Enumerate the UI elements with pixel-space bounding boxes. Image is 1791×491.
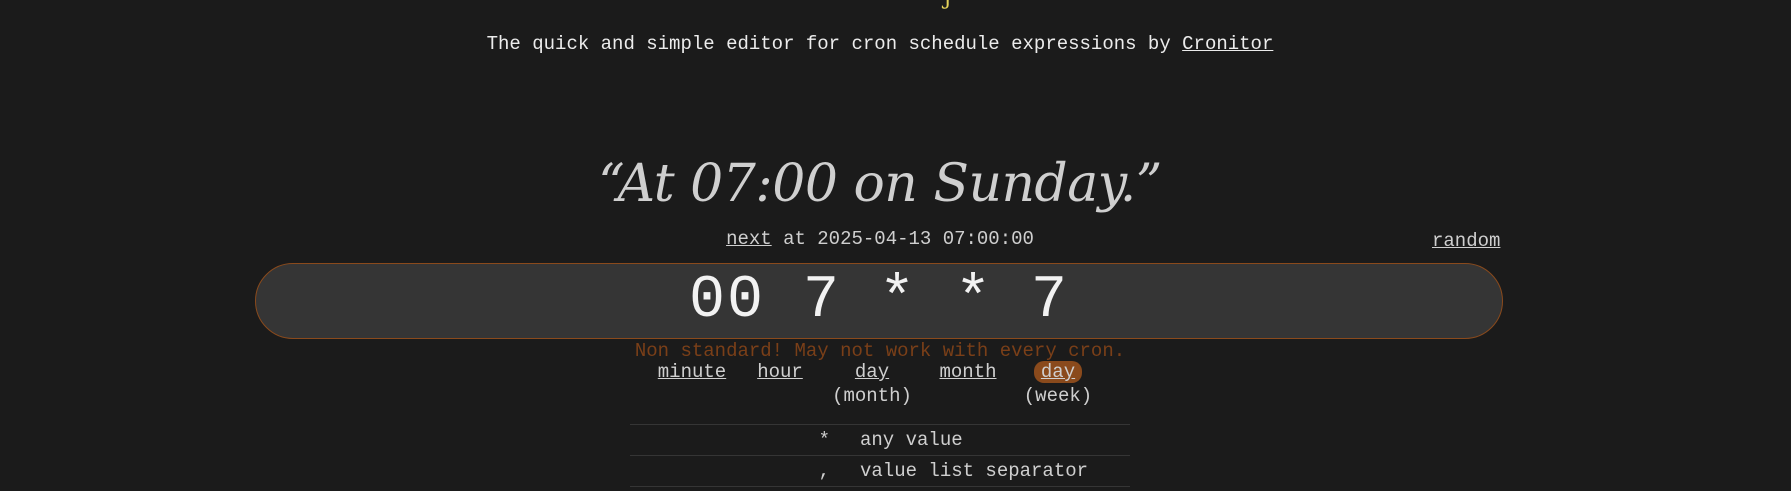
- part-month[interactable]: month: [934, 361, 1002, 383]
- part-hour-label: hour: [757, 361, 803, 383]
- part-day-of-week-sub: (week): [1023, 385, 1093, 407]
- legend-row: * any value: [630, 425, 1130, 456]
- subtitle-text: The quick and simple editor for cron sch…: [486, 33, 1183, 55]
- part-day-of-month-sub: (month): [832, 385, 912, 407]
- cronitor-link[interactable]: Cronitor: [1182, 33, 1273, 55]
- syntax-legend: * any value , value list separator: [630, 424, 1130, 487]
- cron-editor-page: ɟ The quick and simple editor for cron s…: [0, 0, 1791, 491]
- part-minute[interactable]: minute: [652, 361, 732, 383]
- part-day-of-week-label: day: [1033, 361, 1083, 383]
- part-day-of-month-label: day: [854, 361, 890, 383]
- part-day-of-week[interactable]: day (week): [1012, 361, 1104, 407]
- cron-expression-input[interactable]: [256, 264, 1502, 338]
- next-run-time: at 2025-04-13 07:00:00: [771, 228, 1034, 250]
- next-link[interactable]: next: [726, 228, 772, 250]
- part-minute-label: minute: [657, 361, 727, 383]
- legend-symbol: *: [818, 429, 830, 451]
- subtitle: The quick and simple editor for cron sch…: [0, 33, 1760, 55]
- legend-description: any value: [860, 429, 963, 451]
- legend-row: , value list separator: [630, 456, 1130, 487]
- legend-description: value list separator: [860, 460, 1089, 482]
- part-hour[interactable]: hour: [752, 361, 808, 383]
- human-readable-schedule: “At 07:00 on Sunday.”: [598, 154, 1162, 214]
- cron-part-labels: minute hour day (month) month day (week): [0, 361, 1791, 407]
- legend-symbol: ,: [818, 460, 830, 482]
- cron-input-container: [255, 263, 1503, 339]
- non-standard-warning: Non standard! May not work with every cr…: [634, 340, 1126, 362]
- part-month-label: month: [939, 361, 997, 383]
- logo-fragment: ɟ: [944, 0, 962, 9]
- part-day-of-month[interactable]: day (month): [826, 361, 918, 407]
- random-link[interactable]: random: [1432, 230, 1500, 252]
